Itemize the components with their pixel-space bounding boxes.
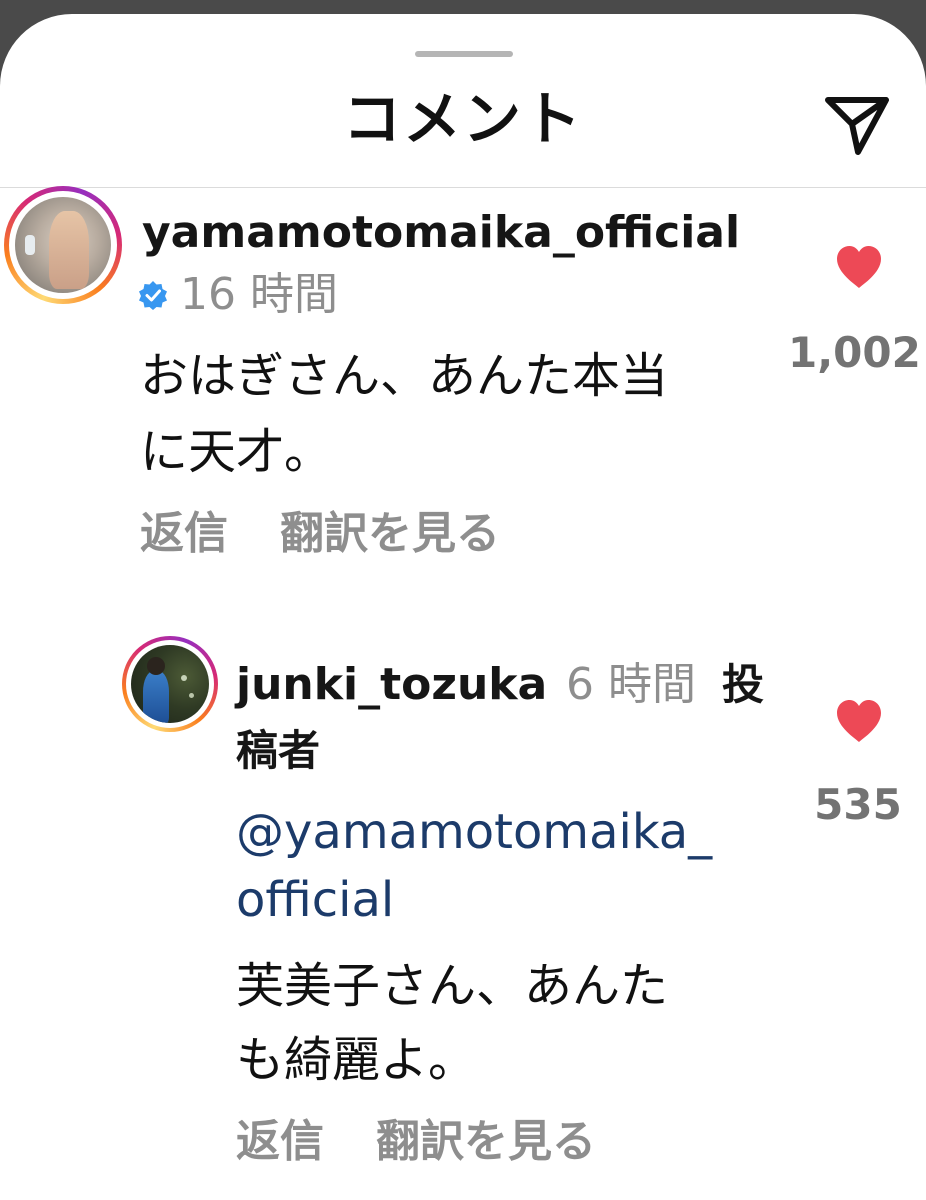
comment-text-line-1: おはぎさん、あんた本当: [140, 348, 669, 404]
header-divider: [0, 187, 926, 188]
comment-text-line-2: に天才。: [140, 424, 333, 480]
see-translation-button[interactable]: 翻訳を見る: [376, 1116, 596, 1167]
author-tag-line-1: 投: [722, 660, 765, 709]
sheet-grabber[interactable]: [415, 51, 513, 57]
like-heart-icon[interactable]: [834, 698, 884, 744]
like-count: 1,002: [788, 328, 921, 377]
reply-button[interactable]: 返信: [236, 1116, 324, 1167]
reply-time: 6 時間: [566, 659, 696, 710]
comment-time: 16 時間: [180, 269, 338, 320]
avatar[interactable]: [122, 636, 218, 732]
reply-username[interactable]: junki_tozuka: [236, 658, 547, 712]
verified-badge-icon: [139, 281, 167, 310]
author-tag-line-2: 稿者: [236, 726, 321, 775]
paper-plane-icon: [825, 97, 889, 155]
see-translation-button[interactable]: 翻訳を見る: [280, 508, 500, 559]
like-heart-icon[interactable]: [834, 244, 884, 290]
page-title: コメント: [342, 85, 583, 153]
comment-username[interactable]: yamamotomaika_official: [142, 206, 740, 260]
reply-button[interactable]: 返信: [140, 508, 228, 559]
send-button[interactable]: [822, 90, 892, 156]
avatar[interactable]: [4, 186, 122, 304]
reply-text-line-2: も綺麗よ。: [236, 1032, 477, 1088]
comments-sheet: コメント yamamotomaika_official 16 時間 おはぎさん、…: [0, 14, 926, 1200]
like-count: 535: [814, 780, 902, 829]
mention-link-line-2[interactable]: official: [236, 868, 394, 932]
reply-text-line-1: 芙美子さん、あんた: [236, 958, 669, 1014]
mention-link-line-1[interactable]: @yamamotomaika_: [236, 800, 712, 864]
